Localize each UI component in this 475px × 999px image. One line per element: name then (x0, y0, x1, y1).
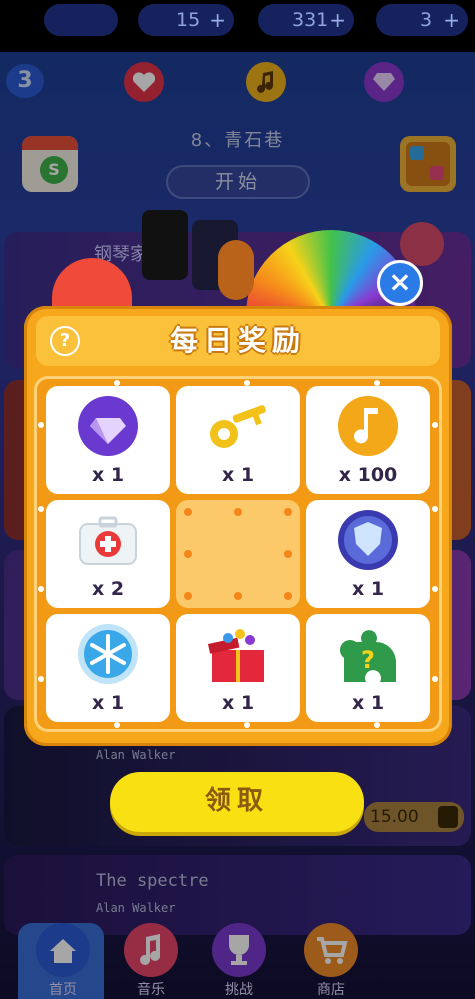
frame-dot (114, 722, 120, 728)
reward-qty: x 2 (91, 578, 125, 600)
frame-dot (244, 722, 250, 728)
diamonds-value: 3 (420, 9, 433, 31)
reward-qty: x 1 (221, 692, 255, 714)
reward-cell-diamond: x 1 (46, 386, 170, 494)
shield-icon (336, 508, 400, 572)
puzzle-hint-icon: ? (336, 622, 400, 686)
empty-cell-dot (234, 508, 242, 516)
frame-dot (374, 722, 380, 728)
frame-dot (432, 676, 438, 682)
empty-cell-dot (234, 592, 242, 600)
daily-reward-dialog: 每日奖励 ? x 1 x 1 x 100 x 2 x 1 x 1 x 1 ? x… (24, 306, 452, 746)
violin-icon (218, 240, 254, 300)
frame-dot (432, 422, 438, 428)
frame-dot (432, 586, 438, 592)
key-icon (206, 394, 270, 458)
gift-box-icon (206, 622, 270, 686)
reward-qty: x 1 (221, 464, 255, 486)
notes-add-icon[interactable]: + (329, 4, 346, 36)
reward-qty: x 100 (338, 464, 398, 486)
empty-cell-dot (284, 592, 292, 600)
empty-cell-dot (284, 550, 292, 558)
lives-counter[interactable]: 15 + (138, 4, 234, 36)
empty-cell-dot (184, 592, 192, 600)
reward-cell-key: x 1 (176, 386, 300, 494)
first-aid-kit-icon (76, 508, 140, 572)
snowflake-icon (76, 622, 140, 686)
diamonds-add-icon[interactable]: + (443, 4, 460, 36)
frame-dot (38, 506, 44, 512)
diamond-icon (76, 394, 140, 458)
empty-cell-dot (184, 550, 192, 558)
claim-button[interactable]: 领取 (110, 772, 364, 832)
dialog-header: 每日奖励 ? (36, 316, 440, 366)
reward-cell-notes: x 100 (306, 386, 430, 494)
help-button[interactable]: ? (50, 326, 80, 356)
lives-add-icon[interactable]: + (209, 4, 226, 36)
frame-dot (38, 586, 44, 592)
reward-cell-first-aid: x 2 (46, 500, 170, 608)
reward-cell-snowflake: x 1 (46, 614, 170, 722)
frame-dot (432, 506, 438, 512)
empty-cell-dot (284, 508, 292, 516)
diamonds-counter[interactable]: 3 + (376, 4, 468, 36)
reward-qty: x 1 (351, 692, 385, 714)
reward-grid: x 1 x 1 x 100 x 2 x 1 x 1 x 1 ? x 1 (34, 376, 442, 732)
lives-value: 15 (176, 9, 201, 31)
notes-counter[interactable]: 331 + (258, 4, 354, 36)
close-button[interactable]: × (377, 260, 423, 306)
empty-cell-dot (184, 508, 192, 516)
xp-bar (44, 4, 118, 36)
reward-qty: x 1 (91, 464, 125, 486)
frame-dot (38, 422, 44, 428)
reward-cell-empty (176, 500, 300, 608)
reward-qty: x 1 (351, 578, 385, 600)
reward-cell-puzzle: ? x 1 (306, 614, 430, 722)
music-note-icon (336, 394, 400, 458)
music-character-1 (142, 210, 188, 280)
dialog-title: 每日奖励 (169, 324, 306, 357)
svg-text:?: ? (361, 646, 375, 674)
frame-dot (38, 676, 44, 682)
reward-cell-gift: x 1 (176, 614, 300, 722)
reward-qty: x 1 (91, 692, 125, 714)
notes-value: 331 (292, 9, 329, 31)
reward-cell-shield: x 1 (306, 500, 430, 608)
